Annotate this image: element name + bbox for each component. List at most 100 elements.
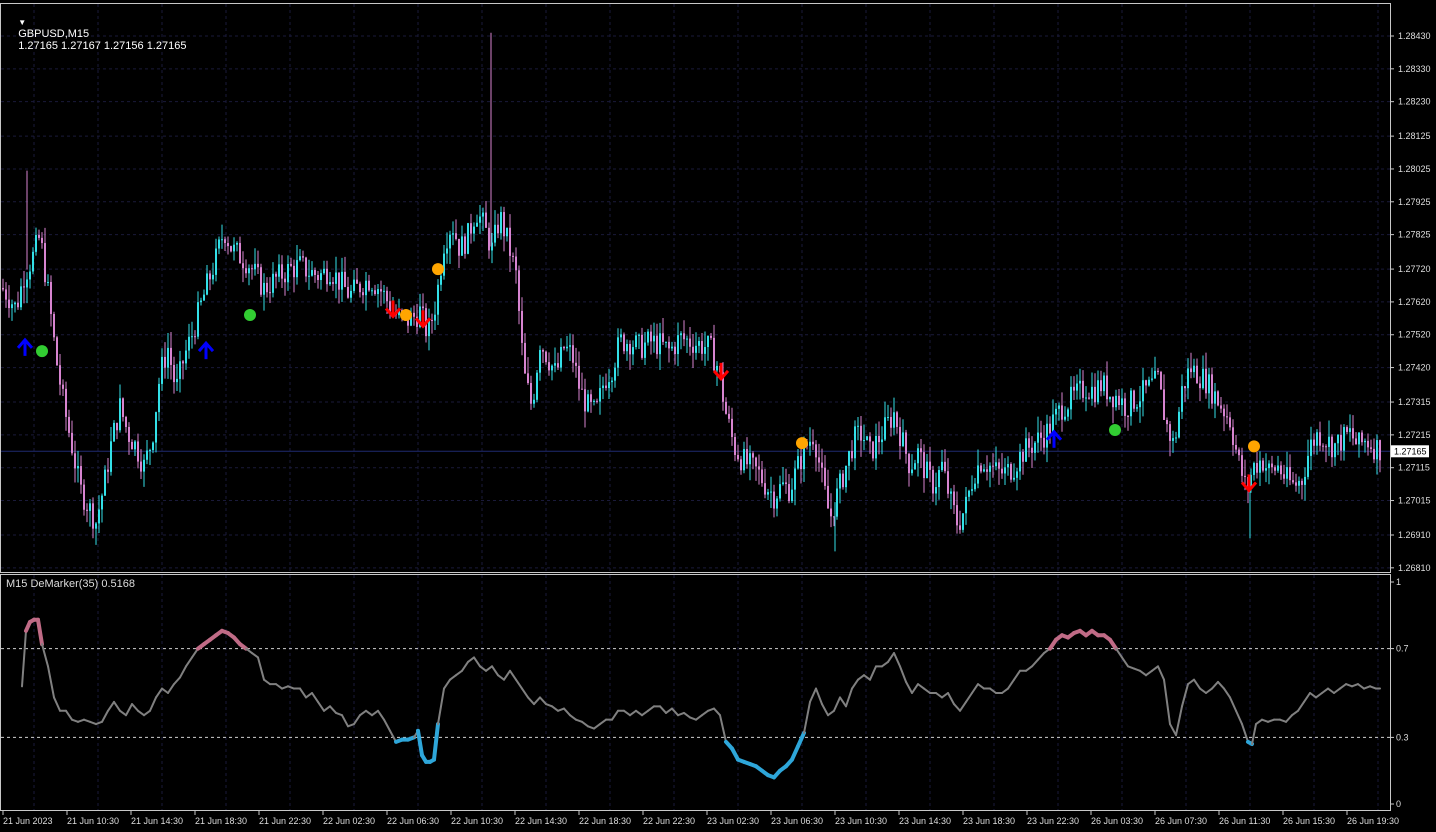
candle-body	[203, 294, 205, 301]
candle-body	[494, 224, 496, 243]
candle-body	[332, 282, 334, 284]
time-axis-label: 26 Jun 11:30	[1219, 816, 1270, 826]
candle-body	[476, 222, 478, 227]
candle-body	[1301, 480, 1303, 485]
candle-body	[170, 347, 172, 365]
candle-body	[233, 244, 235, 252]
demarker-pane[interactable]: 1 0.7 0.3 0 M15 DeMarker(35) 0.5168	[0, 574, 1436, 811]
candle-body	[77, 466, 79, 469]
candle-body	[1064, 416, 1066, 420]
candle-body	[584, 389, 586, 412]
demarker-chart[interactable]: 1 0.7 0.3 0	[0, 574, 1436, 811]
candle-body	[104, 469, 106, 496]
candle-body	[290, 264, 292, 266]
candle-body	[1256, 463, 1258, 473]
candle-body	[164, 356, 166, 368]
candle-body	[362, 292, 364, 296]
candle-body	[608, 382, 610, 389]
candle-body	[872, 441, 874, 459]
candle-body	[287, 264, 289, 283]
candle-body	[1022, 451, 1024, 462]
orange-dot-icon	[796, 437, 808, 450]
candle-body	[296, 260, 298, 278]
symbol-timeframe: GBPUSD,M15	[18, 28, 90, 40]
candle-body	[440, 275, 442, 285]
candle-body	[725, 401, 727, 414]
candle-body	[80, 466, 82, 485]
candle-body	[1202, 368, 1204, 389]
candle-body	[446, 248, 448, 254]
candle-body	[1070, 386, 1072, 410]
candle-body	[1184, 386, 1186, 389]
candle-body	[626, 343, 628, 352]
price-chart-pane[interactable]: 1.28430 1.28330 1.28230 1.28125 1.28025 1.279…	[0, 0, 1436, 573]
candle-body	[533, 399, 535, 404]
candle-body	[1298, 480, 1300, 486]
candle-body	[1121, 398, 1123, 406]
candle-body	[908, 453, 910, 474]
candle-body	[1133, 390, 1135, 409]
green-dot-icon	[1109, 423, 1121, 436]
candle-body	[176, 378, 178, 383]
candle-body	[1331, 436, 1333, 458]
candle-body	[209, 273, 211, 280]
candle-body	[173, 364, 175, 383]
candle-body	[215, 248, 217, 275]
time-axis-label: 23 Jun 18:30	[963, 816, 1015, 826]
candle-body	[1208, 374, 1210, 394]
price-axis-label: 1.28125	[1398, 131, 1431, 141]
candle-body	[134, 441, 136, 450]
candle-body	[1304, 476, 1306, 485]
candle-body	[344, 271, 346, 287]
candle-body	[1319, 432, 1321, 446]
candle-body	[65, 388, 67, 417]
price-axis-label: 1.27015	[1398, 496, 1431, 506]
candle-body	[284, 278, 286, 283]
time-axis-label: 23 Jun 06:30	[771, 816, 823, 826]
candle-body	[92, 503, 94, 529]
candle-body	[767, 492, 769, 495]
candle-body	[32, 251, 34, 272]
candle-body	[551, 365, 553, 371]
candle-body	[524, 342, 526, 374]
candle-body	[110, 441, 112, 472]
candle-body	[1343, 427, 1345, 451]
candle-body	[68, 416, 70, 433]
candle-body	[1139, 401, 1141, 408]
candle-body	[1205, 368, 1207, 394]
candle-body	[515, 256, 517, 271]
price-axis-label: 1.27520	[1398, 330, 1431, 340]
time-axis-label: 26 Jun 19:30	[1347, 816, 1399, 826]
candle-body	[62, 384, 64, 389]
candle-body	[860, 425, 862, 441]
candle-body	[851, 451, 853, 459]
candle-body	[518, 270, 520, 311]
candle-body	[755, 457, 757, 467]
triangle-down-icon[interactable]: ▼	[18, 18, 26, 27]
candle-body	[1094, 386, 1096, 403]
candle-body	[1286, 467, 1288, 479]
candle-body	[1127, 415, 1129, 417]
candle-body	[1118, 395, 1120, 406]
candle-body	[278, 264, 280, 277]
candle-body	[1307, 455, 1309, 477]
candle-body	[452, 233, 454, 235]
candle-body	[752, 453, 754, 458]
candle-body	[1379, 440, 1381, 461]
candle-body	[260, 267, 262, 295]
candle-body	[530, 383, 532, 404]
candle-body	[818, 457, 820, 463]
candle-body	[95, 523, 97, 529]
candle-body	[1187, 368, 1189, 389]
candle-body	[1058, 405, 1060, 409]
demarker-axis-label: 1	[1396, 577, 1401, 587]
price-chart[interactable]: 1.28430 1.28330 1.28230 1.28125 1.28025 1.279…	[0, 0, 1436, 573]
candle-body	[665, 341, 667, 343]
candle-body	[479, 216, 481, 223]
candle-body	[1214, 391, 1216, 404]
candle-body	[41, 237, 43, 244]
candle-body	[1100, 380, 1102, 392]
candle-body	[1295, 482, 1297, 486]
candle-body	[158, 383, 160, 413]
candle-body	[962, 513, 964, 530]
